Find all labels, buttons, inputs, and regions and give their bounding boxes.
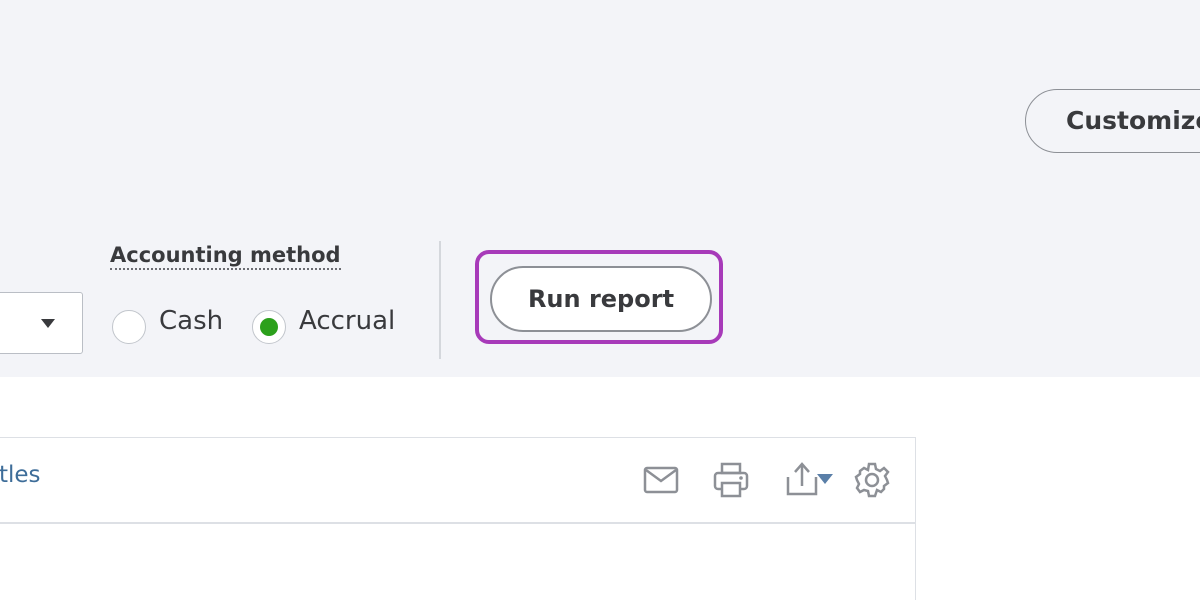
run-report-button[interactable]: Run report <box>490 266 712 332</box>
report-filters-panel: Customize Accounting method Cash Accrual… <box>0 0 1200 377</box>
accrual-radio[interactable] <box>252 310 286 344</box>
dropdown-caret-icon <box>41 319 55 328</box>
report-card <box>0 437 916 600</box>
email-icon[interactable] <box>643 465 679 495</box>
export-icon[interactable] <box>785 461 835 497</box>
cash-radio-label[interactable]: Cash <box>159 306 223 336</box>
settings-icon[interactable] <box>853 461 891 499</box>
cash-radio[interactable] <box>112 310 146 344</box>
print-icon[interactable] <box>713 462 749 498</box>
accrual-radio-label[interactable]: Accrual <box>299 306 395 336</box>
report-page: Customize Accounting method Cash Accrual… <box>0 0 1200 600</box>
titles-link[interactable]: tles <box>0 462 41 488</box>
customize-button[interactable]: Customize <box>1025 89 1200 153</box>
report-period-dropdown[interactable] <box>0 292 83 354</box>
accounting-method-label: Accounting method <box>110 243 341 270</box>
filter-divider <box>439 241 441 359</box>
radio-selected-dot <box>260 318 278 336</box>
card-divider <box>0 522 915 524</box>
